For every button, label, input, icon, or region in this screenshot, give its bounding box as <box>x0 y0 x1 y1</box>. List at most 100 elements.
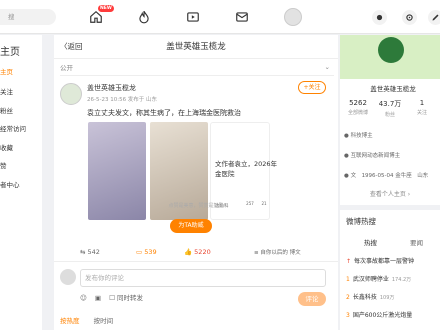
view-profile-label: 查看个人主页 <box>369 191 406 198</box>
page-title: 盖世英雄玉榄龙 <box>166 42 226 52</box>
reward-hint: 点赞是美意，赞赏是鼓励 <box>168 203 224 209</box>
stat-value: 43.7万 <box>378 100 402 108</box>
stat-fans[interactable]: 43.7万 粉丝 <box>374 99 406 118</box>
profile-card: 盖世英雄玉榄龙 5262 全部微博 43.7万 粉丝 1 关注 ● 科技博主 ●… <box>340 35 440 205</box>
repost-count: 542 <box>87 248 100 256</box>
sidebar-item-creator[interactable]: 者中心 <box>0 179 20 189</box>
card-text: 文作者袁立，2026年金医院 <box>215 160 278 178</box>
profile-name[interactable]: 盖世英雄玉榄龙 <box>346 83 440 93</box>
profile-info-line-3: ● 文 1996-05-04 金牛座 山东 <box>344 171 428 179</box>
author-name[interactable]: 盖世英雄玉榄龙 <box>87 83 136 93</box>
sidebar-item-frequent[interactable]: 经常访问 <box>0 123 26 133</box>
post-meta: 26-5-23 10:56 发布于 山东 <box>87 97 158 103</box>
like-count: 5220 <box>194 248 211 256</box>
sidebar-item-likes[interactable]: 赞 <box>0 160 7 170</box>
pin-icon: ↑ <box>346 258 352 265</box>
profile-info-text: 文 1996-05-04 金牛座 山东 <box>350 173 429 179</box>
repost-icon: ⇆ <box>80 248 88 256</box>
stat-label: 全部微博 <box>347 110 368 116</box>
video-nav-button[interactable] <box>183 7 203 27</box>
hot-item[interactable]: 1 武汉师聘停业 174.2万 <box>346 274 411 283</box>
sidebar-item-follow[interactable]: 关注 <box>0 86 13 96</box>
sidebar-title: 主页 <box>0 47 20 58</box>
pencil-icon <box>432 14 439 21</box>
post-detail-panel: 〈返回 盖世英雄玉榄龙 公开 ⌄ 盖世英雄玉榄龙 26-5-23 10:56 发… <box>54 35 338 330</box>
profile-avatar[interactable] <box>378 37 404 63</box>
top-navigation-bar: 搜 NEW <box>0 0 440 34</box>
hot-item-count: 109万 <box>379 295 395 301</box>
tab-hot[interactable]: 热搜 <box>364 237 377 247</box>
sidebar-item-fans[interactable]: 粉丝 <box>0 105 13 115</box>
comment-button[interactable]: ▭ 539 <box>136 248 157 256</box>
profile-info-line-1: ● 科技博主 <box>344 131 373 139</box>
flame-icon <box>139 10 149 24</box>
hot-item-text: 国产600公斤激光炮量 <box>352 312 413 319</box>
search-input[interactable]: 搜 <box>0 9 56 25</box>
also-repost-label: 同时转发 <box>117 294 143 302</box>
hot-item-text: 长鑫科技 <box>352 294 377 301</box>
post-text: 袁立丈夫发文，称其生病了，在上海瑞金医院救治 <box>87 109 241 117</box>
messages-nav-button[interactable] <box>232 7 252 27</box>
follow-button[interactable]: +关注 <box>298 81 326 94</box>
video-icon <box>187 12 199 22</box>
post-header: 〈返回 盖世英雄玉榄龙 <box>54 35 338 59</box>
sidebar-item-home[interactable]: 主页 <box>0 66 13 76</box>
bell-icon <box>376 14 383 21</box>
profile-info-line-2: ● 互联网动态新闻博主 <box>344 151 400 159</box>
comment-count: 539 <box>144 248 157 256</box>
hot-search-panel: 微博热搜 热搜 要闻 ↑ 每次事故都靠一层警钟 1 武汉师聘停业 174.2万 2 长鑫… <box>340 210 440 330</box>
edit-button[interactable] <box>428 10 440 25</box>
comment-input[interactable]: 发布你的评论 <box>80 269 326 287</box>
stat-label: 关注 <box>416 110 427 116</box>
hot-nav-button[interactable] <box>134 7 154 27</box>
hot-item-text: 武汉师聘停业 <box>352 276 389 283</box>
new-badge: NEW <box>98 5 114 12</box>
notification-button[interactable] <box>372 10 387 25</box>
sort-by-time-tab[interactable]: 按时间 <box>94 317 114 325</box>
stat-following[interactable]: 1 关注 <box>406 99 438 116</box>
home-icon <box>90 10 102 23</box>
stat-posts[interactable]: 5262 全部微博 <box>342 99 374 116</box>
profile-info-text: 互联网动态新闻博主 <box>350 153 401 159</box>
emoji-icon[interactable]: ☺ <box>80 294 87 302</box>
thumb-up-icon: 👍 <box>184 248 195 256</box>
mail-icon <box>236 12 248 22</box>
left-sidebar: 主页 主页 关注 粉丝 经常访问 收藏 赞 者中心 <box>0 35 42 330</box>
author-avatar[interactable] <box>60 83 82 105</box>
hot-item-text: 每次事故都靠一层警钟 <box>354 258 415 265</box>
also-repost-checkbox[interactable]: ☐ <box>109 294 115 302</box>
image-icon[interactable]: ▣ <box>95 294 101 302</box>
hot-item-rank: 2 <box>346 294 350 301</box>
visibility-selector[interactable]: 公开 ⌄ <box>60 62 334 76</box>
chevron-right-icon: › <box>405 191 411 198</box>
same-topic-link[interactable]: ≡ 自你以后的 博文 <box>254 248 301 256</box>
same-topic-label: 自你以后的 博文 <box>260 250 301 256</box>
hot-item[interactable]: 2 长鑫科技 109万 <box>346 292 394 301</box>
gear-icon <box>406 14 413 21</box>
user-avatar[interactable] <box>284 8 302 26</box>
visibility-label: 公开 <box>60 64 73 72</box>
like-button[interactable]: 👍 5220 <box>184 248 211 256</box>
hot-search-title: 微博热搜 <box>346 217 376 226</box>
action-bar: ⇆ 542 ▭ 539 👍 5220 ≡ 自你以后的 博文 <box>54 248 338 262</box>
stat-value: 1 <box>419 99 425 107</box>
sort-by-hot-tab[interactable]: 按热度 <box>60 317 80 325</box>
settings-button[interactable] <box>402 10 417 25</box>
view-profile-link[interactable]: 查看个人主页 › <box>340 189 440 198</box>
hot-item[interactable]: 3 国产600公斤激光炮量 <box>346 310 412 319</box>
hot-item-rank: 3 <box>346 312 350 319</box>
repost-button[interactable]: ⇆ 542 <box>80 248 100 256</box>
comment-submit-button[interactable]: 评论 <box>298 292 326 306</box>
sidebar-item-favorites[interactable]: 收藏 <box>0 142 13 152</box>
profile-cover <box>340 35 440 79</box>
hot-item-pinned[interactable]: ↑ 每次事故都靠一层警钟 <box>346 256 414 265</box>
home-nav-button[interactable]: NEW <box>86 5 114 27</box>
comment-icon: ▭ <box>136 248 145 256</box>
comment-tools: ☺ ▣ ☐ 同时转发 <box>80 292 143 302</box>
stat-label: 粉丝 <box>384 112 395 118</box>
chevron-down-icon: ⌄ <box>324 63 330 71</box>
tab-news[interactable]: 要闻 <box>410 237 423 247</box>
reward-button[interactable]: 为TA助威 <box>170 219 212 233</box>
profile-info-text: 科技博主 <box>350 133 373 139</box>
comment-avatar <box>60 269 76 285</box>
